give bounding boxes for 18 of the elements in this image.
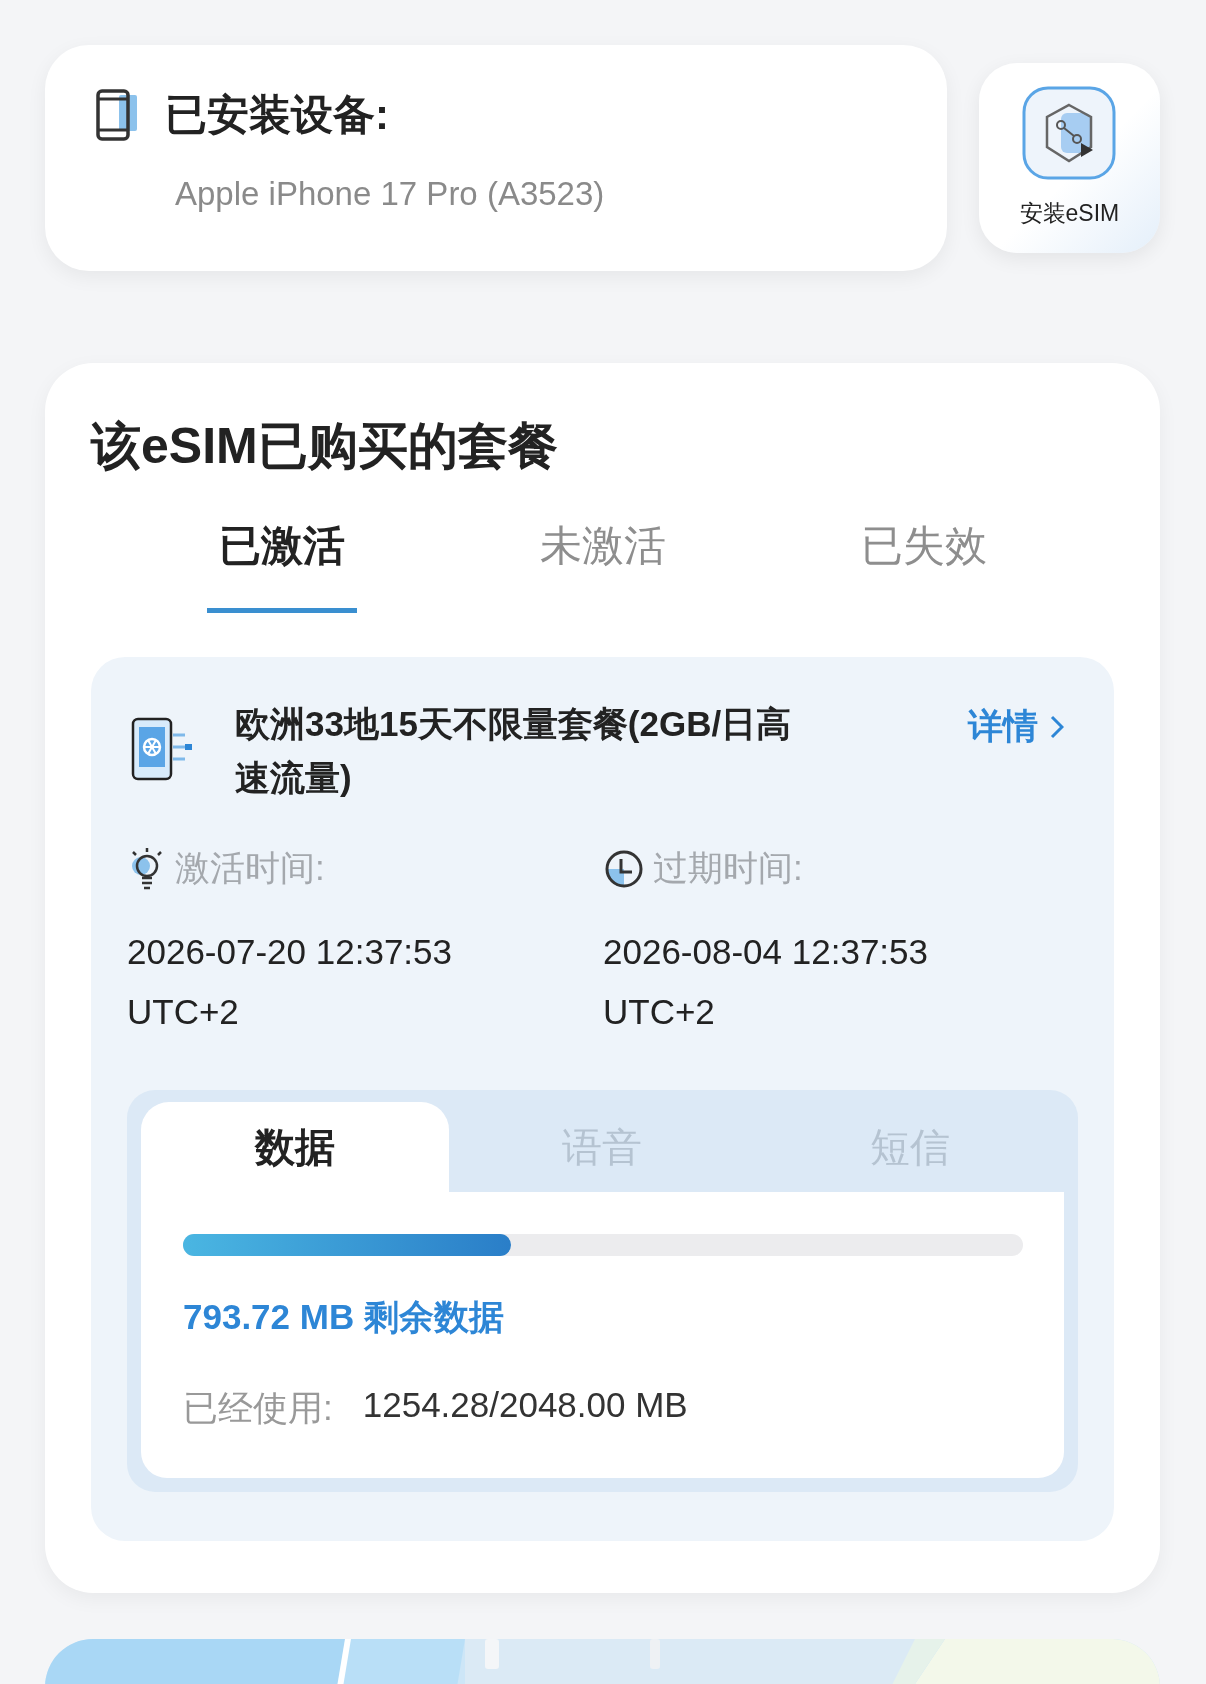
section-title: 该eSIM已购买的套餐 xyxy=(91,417,559,476)
details-link[interactable]: 详情 xyxy=(968,703,1038,750)
usage-tab[interactable]: 数据 xyxy=(141,1102,449,1192)
time-label: 激活时间: xyxy=(175,847,325,889)
time-value: 2026-08-04 12:37:53 UTC+2 xyxy=(603,931,929,1033)
status-tab[interactable]: 已激活 xyxy=(206,518,357,613)
install-esim-button[interactable]: 安装eSIM xyxy=(978,63,1160,253)
remaining-data: 793.72 MB 剩余数据 xyxy=(183,1296,505,1338)
used-label: 已经使用: xyxy=(183,1387,333,1429)
plan-name: 欧洲33地15天不限量套餐(2GB/日高速流量) xyxy=(235,703,793,799)
status-tab[interactable]: 未激活 xyxy=(527,518,678,613)
time-value: 2026-07-20 12:37:53 UTC+2 xyxy=(127,931,453,1033)
used-value: 1254.28/2048.00 MB xyxy=(362,1385,688,1426)
device-model: Apple iPhone 17 Pro (A3523) xyxy=(175,175,606,213)
time-label: 过期时间: xyxy=(653,847,803,889)
device-title: 已安装设备: xyxy=(165,90,389,140)
chevron-right-icon xyxy=(1050,714,1064,739)
status-tab[interactable]: 已失效 xyxy=(848,518,999,613)
